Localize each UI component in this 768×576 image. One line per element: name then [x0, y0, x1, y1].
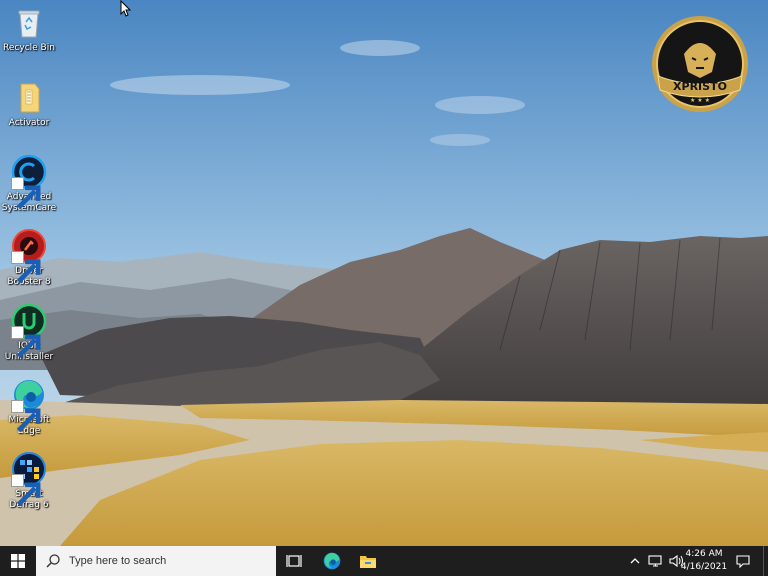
clock[interactable]: 4:26 AM 4/16/2021	[678, 548, 730, 574]
edge-icon	[11, 377, 47, 433]
search-icon	[46, 554, 60, 568]
task-view-button[interactable]	[276, 546, 312, 576]
taskbar-edge-button[interactable]	[314, 546, 350, 576]
shortcut-arrow-icon	[11, 177, 41, 210]
folder-icon	[11, 80, 47, 116]
iobit-uninstaller-icon	[11, 303, 47, 359]
file-explorer-icon	[360, 556, 376, 568]
windows-logo-icon	[11, 554, 25, 568]
logo-text: XPRISTO	[673, 80, 727, 93]
clock-time: 4:26 AM	[685, 549, 723, 559]
desktop-icon-label: Activator	[8, 118, 50, 128]
show-desktop-button[interactable]	[763, 546, 768, 576]
network-icon[interactable]	[648, 554, 664, 568]
desktop-icon-iobit-uninstaller[interactable]: IObit Uninstaller	[0, 303, 58, 363]
mouse-cursor-icon	[120, 0, 132, 17]
desktop-icon-advanced-systemcare[interactable]: Advanced SystemCare	[0, 154, 58, 214]
advanced-systemcare-icon	[11, 154, 47, 210]
desktop-icon-smart-defrag[interactable]: Smart Defrag 6	[0, 451, 58, 511]
shortcut-arrow-icon	[11, 326, 41, 359]
search-input[interactable]: Type here to search	[36, 546, 276, 576]
clock-date: 4/16/2021	[680, 562, 728, 572]
task-view-icon	[286, 555, 302, 567]
edge-icon	[323, 552, 341, 570]
taskbar-file-explorer-button[interactable]	[350, 546, 386, 576]
xpristo-logo: XPRISTO ★ ★ ★	[650, 14, 750, 114]
desktop-icon-label: Recycle Bin	[3, 43, 55, 53]
notification-icon	[736, 554, 750, 568]
driver-booster-icon	[11, 228, 47, 284]
search-placeholder: Type here to search	[69, 555, 167, 567]
desktop-icon-activator[interactable]: Activator	[0, 80, 58, 129]
svg-text:★ ★ ★: ★ ★ ★	[690, 97, 710, 104]
shortcut-arrow-icon	[11, 474, 41, 507]
system-tray	[628, 546, 684, 576]
desktop: Recycle Bin Activator Advanced SystemCar…	[0, 0, 768, 546]
shortcut-arrow-icon	[11, 251, 41, 284]
desktop-icon-recycle-bin[interactable]: Recycle Bin	[0, 5, 58, 54]
desktop-icon-microsoft-edge[interactable]: Microsoft Edge	[0, 377, 58, 437]
start-button[interactable]	[0, 546, 36, 576]
chevron-up-icon[interactable]	[628, 554, 642, 568]
taskbar: Type here to search 4:26 AM 4/16/2021	[0, 546, 768, 576]
shortcut-arrow-icon	[11, 400, 41, 433]
recycle-bin-icon	[11, 5, 47, 41]
smart-defrag-icon	[11, 451, 47, 507]
notifications-button[interactable]	[727, 546, 759, 576]
desktop-icon-driver-booster[interactable]: Driver Booster 8	[0, 228, 58, 288]
